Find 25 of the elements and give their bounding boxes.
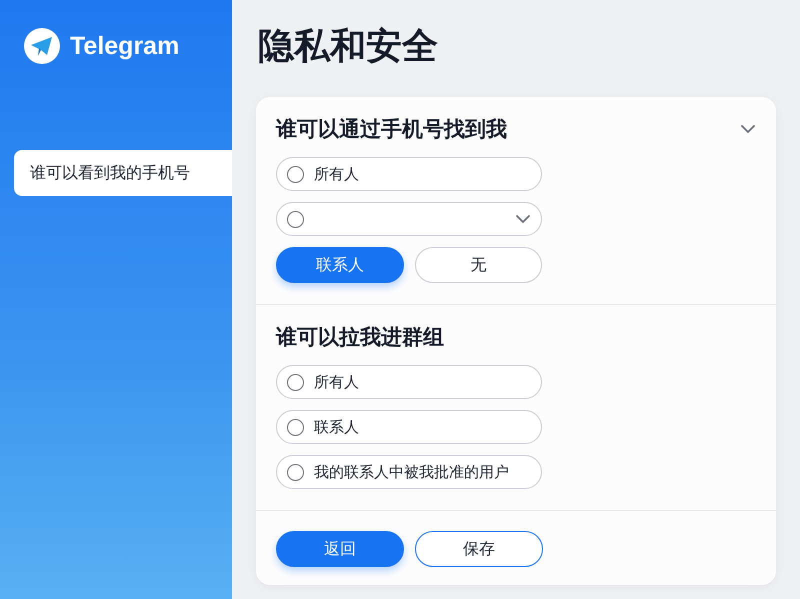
save-button[interactable]: 保存	[415, 531, 543, 567]
radio-option[interactable]: 我的联系人中被我批准的用户	[276, 455, 542, 489]
sidebar-item[interactable]: 谁可以看到我的手机号	[14, 150, 232, 196]
radio-button[interactable]	[287, 374, 304, 390]
choice-button[interactable]: 无	[414, 247, 542, 283]
radio-option[interactable]: 所有人	[276, 157, 542, 191]
paper-plane-logo-icon	[24, 28, 60, 64]
radio-button[interactable]	[287, 166, 304, 182]
option-label: 所有人	[314, 372, 359, 392]
page-title: 隐私和安全	[258, 25, 439, 69]
section-heading: 谁可以拉我进群组	[276, 324, 444, 351]
radio-button[interactable]	[287, 210, 304, 228]
section-heading: 谁可以通过手机号找到我	[276, 116, 507, 143]
option-label: 所有人	[314, 164, 359, 184]
back-button[interactable]: 返回	[276, 531, 404, 567]
option-label: 我的联系人中被我批准的用户	[314, 462, 509, 482]
choice-button[interactable]: 联系人	[276, 247, 404, 283]
option-label: 联系人	[314, 418, 359, 436]
app-name: Telegram	[70, 32, 180, 60]
chevron-down-icon	[740, 124, 756, 134]
radio-button[interactable]	[287, 418, 304, 436]
radio-option[interactable]: 所有人	[276, 365, 542, 399]
radio-option[interactable]: 联系人	[276, 410, 542, 444]
radio-button[interactable]	[287, 464, 304, 480]
chevron-down-icon	[515, 214, 531, 224]
